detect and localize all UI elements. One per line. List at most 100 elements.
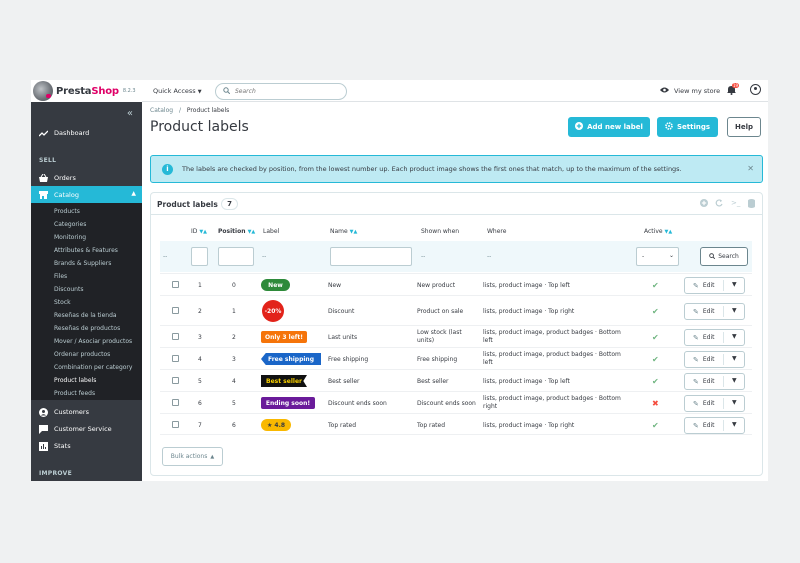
sidebar-item-customers[interactable]: Customers xyxy=(31,406,142,418)
breadcrumb-catalog[interactable]: Catalog xyxy=(150,107,173,114)
quick-access-dropdown[interactable]: Quick Access ▼ xyxy=(153,87,202,95)
filter-position-input[interactable] xyxy=(218,247,254,266)
sort-arrows-icon: ▼▲ xyxy=(247,229,256,235)
filter-active-select[interactable]: - ⌄ xyxy=(636,247,679,266)
caret-down-icon[interactable]: ▼ xyxy=(732,399,737,406)
submenu-item-attributes[interactable]: Attributes & Features xyxy=(54,247,118,254)
terminal-icon[interactable]: >_ xyxy=(731,199,740,207)
search-bar[interactable] xyxy=(215,83,347,100)
row-checkbox[interactable] xyxy=(172,307,179,314)
search-icon xyxy=(709,252,716,261)
row-checkbox[interactable] xyxy=(172,355,179,362)
column-position[interactable]: Position ▼▲ xyxy=(218,228,255,235)
row-position: 3 xyxy=(232,356,236,363)
submenu-item-combination[interactable]: Combination per category xyxy=(54,364,132,371)
filter-name-input[interactable] xyxy=(330,247,412,266)
submenu-item-products[interactable]: Products xyxy=(54,208,80,215)
filter-placeholder: -- xyxy=(163,253,168,260)
submenu-item-discounts[interactable]: Discounts xyxy=(54,286,83,293)
table-row[interactable]: 1 0 New New New product lists, product i… xyxy=(160,273,752,295)
pencil-icon: ✎ xyxy=(693,281,699,290)
table-row[interactable]: 7 6 ★ 4.8 Top rated Top rated lists, pro… xyxy=(160,413,752,435)
row-checkbox[interactable] xyxy=(172,377,179,384)
column-name[interactable]: Name ▼▲ xyxy=(330,228,357,235)
edit-button[interactable]: ✎ Edit ▼ xyxy=(684,373,745,390)
view-store-link[interactable]: View my store xyxy=(660,86,720,95)
add-circle-icon[interactable] xyxy=(700,199,708,209)
add-new-label-button[interactable]: Add new label xyxy=(568,117,650,137)
submenu-item-monitoring[interactable]: Monitoring xyxy=(54,234,86,241)
refresh-icon[interactable] xyxy=(715,199,723,209)
pencil-icon: ✎ xyxy=(693,421,699,430)
edit-button[interactable]: ✎ Edit ▼ xyxy=(684,277,745,294)
settings-button[interactable]: Settings xyxy=(657,117,718,137)
submenu-item-product-labels[interactable]: Product labels xyxy=(54,377,96,384)
submenu-item-shop-reviews[interactable]: Reseñas de la tienda xyxy=(54,312,117,319)
active-check-icon[interactable]: ✔ xyxy=(652,377,659,386)
row-name: Discount xyxy=(328,308,355,315)
label-badge: Only 3 left! xyxy=(261,331,307,343)
caret-down-icon[interactable]: ▼ xyxy=(732,307,737,314)
sidebar-item-dashboard[interactable]: Dashboard xyxy=(31,127,142,139)
edit-button[interactable]: ✎ Edit ▼ xyxy=(684,329,745,346)
view-store-label: View my store xyxy=(674,86,721,95)
table-row[interactable]: 5 4 Best seller Best seller Best seller … xyxy=(160,369,752,391)
active-check-icon[interactable]: ✔ xyxy=(652,333,659,342)
table-row[interactable]: 4 3 Free shipping Free shipping Free shi… xyxy=(160,347,752,369)
sidebar-item-stats[interactable]: Stats xyxy=(31,440,142,452)
database-icon[interactable] xyxy=(748,199,755,210)
row-checkbox[interactable] xyxy=(172,281,179,288)
collapse-sidebar-icon[interactable]: « xyxy=(127,108,133,119)
edit-button[interactable]: ✎ Edit ▼ xyxy=(684,417,745,434)
filter-search-button[interactable]: Search xyxy=(700,247,748,266)
column-active[interactable]: Active ▼▲ xyxy=(644,228,672,235)
sidebar-item-customer-service[interactable]: Customer Service xyxy=(31,423,142,435)
edit-button[interactable]: ✎ Edit ▼ xyxy=(684,351,745,368)
row-checkbox[interactable] xyxy=(172,399,179,406)
count-badge: 7 xyxy=(221,198,238,210)
filter-id-input[interactable] xyxy=(191,247,208,266)
search-input[interactable] xyxy=(235,88,335,95)
logo-bar[interactable]: PrestaShop 8.2.3 xyxy=(31,80,142,102)
add-new-label-text: Add new label xyxy=(587,123,643,131)
inactive-cross-icon[interactable]: ✖ xyxy=(652,399,659,408)
edit-button[interactable]: ✎ Edit ▼ xyxy=(684,303,745,320)
submenu-item-product-reviews[interactable]: Reseñas de productos xyxy=(54,325,120,332)
active-check-icon[interactable]: ✔ xyxy=(652,355,659,364)
caret-down-icon[interactable]: ▼ xyxy=(732,333,737,340)
submenu-item-brands[interactable]: Brands & Suppliers xyxy=(54,260,111,267)
label-badge: ★ 4.8 xyxy=(261,419,291,431)
row-checkbox[interactable] xyxy=(172,421,179,428)
pencil-icon: ✎ xyxy=(693,333,699,342)
table-row[interactable]: 6 5 Ending soon! Discount ends soon Disc… xyxy=(160,391,752,413)
help-button[interactable]: Help xyxy=(727,117,761,137)
submenu-item-stock[interactable]: Stock xyxy=(54,299,71,306)
row-name: New xyxy=(328,282,342,289)
caret-down-icon[interactable]: ▼ xyxy=(732,281,737,288)
caret-down-icon[interactable]: ▼ xyxy=(732,377,737,384)
caret-down-icon[interactable]: ▼ xyxy=(732,355,737,362)
submenu-item-categories[interactable]: Categories xyxy=(54,221,86,228)
submenu-item-sort-products[interactable]: Ordenar productos xyxy=(54,351,110,358)
active-check-icon[interactable]: ✔ xyxy=(652,281,659,290)
edit-button[interactable]: ✎ Edit ▼ xyxy=(684,395,745,412)
submenu-item-product-feeds[interactable]: Product feeds xyxy=(54,390,95,397)
sidebar-item-catalog[interactable]: Catalog ▲ xyxy=(31,186,142,203)
active-check-icon[interactable]: ✔ xyxy=(652,307,659,316)
user-account-icon[interactable] xyxy=(750,84,761,95)
sort-arrows-icon: ▼▲ xyxy=(664,229,673,235)
submenu-item-move-products[interactable]: Mover / Asociar productos xyxy=(54,338,132,345)
column-id[interactable]: ID ▼▲ xyxy=(191,228,207,235)
table-row[interactable]: 3 2 Only 3 left! Last units Low stock (l… xyxy=(160,325,752,347)
page-title: Product labels xyxy=(150,119,249,135)
sidebar-item-label: Catalog xyxy=(54,190,79,199)
active-check-icon[interactable]: ✔ xyxy=(652,421,659,430)
row-checkbox[interactable] xyxy=(172,333,179,340)
column-active-label: Active xyxy=(644,228,663,235)
sidebar-item-orders[interactable]: Orders xyxy=(31,172,142,184)
bulk-actions-button[interactable]: Bulk actions ▲ xyxy=(162,447,223,466)
close-icon[interactable]: ✕ xyxy=(747,164,754,173)
submenu-item-files[interactable]: Files xyxy=(54,273,67,280)
table-row[interactable]: 2 1 -20% Discount Product on sale lists,… xyxy=(160,295,752,325)
caret-down-icon[interactable]: ▼ xyxy=(732,421,737,428)
